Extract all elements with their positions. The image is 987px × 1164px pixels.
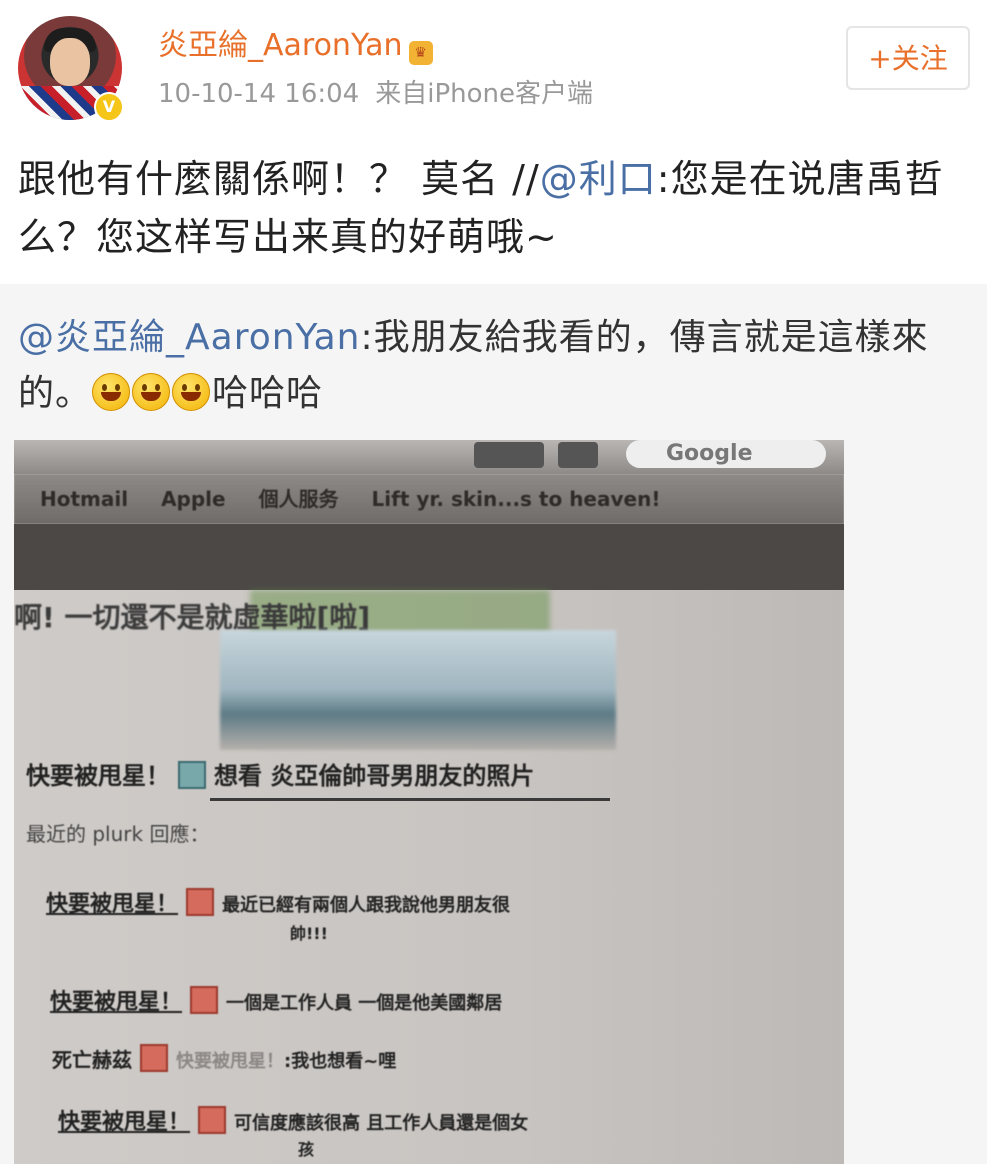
bookmark-lift: Lift yr. skin...s to heaven! [371,487,661,511]
plurk-user: 快要被甩星！ [26,762,170,790]
reply-text: 最近已經有兩個人跟我說他男朋友很 [222,895,511,916]
smiley-icon [132,373,171,411]
reply-4: 快要被甩星！ 可信度應該很高 且工作人員還是個女 [58,1104,528,1136]
repost-text: @炎亞綸_AaronYan:我朋友給我看的，傳言就是這樣來的。 哈哈哈 [18,310,973,422]
reply-user: 快要被甩星！ [58,1110,191,1135]
mention-link[interactable]: @利口 [540,157,657,201]
reply-user: 死亡赫茲 [52,1048,132,1072]
reply-3: 死亡赫茲 快要被甩星！:我也想看~哩 [52,1044,396,1073]
reply-user: 快要被甩星！ [46,892,179,917]
reply-text: 可信度應該很高 且工作人員還是個女 [234,1113,529,1134]
reply-1-cont: 帥!!! [290,924,328,943]
recent-label: 最近的 plurk 回應： [26,822,210,846]
reply-text: :我也想看~哩 [284,1051,397,1072]
reply-1: 快要被甩星！ 最近已經有兩個人跟我說他男朋友很 [46,886,510,918]
reply-tag-icon [190,986,219,1014]
plurk-text: 想看 炎亞倫帥哥男朋友的照片 [214,762,535,790]
bookmark-personal: 個人服务 [258,487,339,511]
follow-button[interactable]: +关注 [846,26,970,90]
reply-tag-icon [186,888,215,916]
avatar-face [50,38,90,86]
post-text-main: 跟他有什麼關係啊！？ 莫名 // [18,157,540,201]
repost-laugh: 哈哈哈 [212,373,324,414]
verified-badge-icon: V [94,92,124,122]
browser-toolbar: Google [14,440,844,474]
repost-image[interactable]: Google Hotmail Apple 個人服务 Lift yr. skin.… [14,440,844,1164]
smiley-icon [92,373,131,411]
divider [210,798,610,801]
username[interactable]: 炎亞綸_AaronYan ♛ [158,28,433,65]
smiley-icon [172,373,211,411]
toolbar-button [558,442,598,468]
reply-faded-user: 快要被甩星！ [176,1051,284,1072]
bookmark-hotmail: Hotmail [40,487,129,511]
reply-4-cont: 孩 [298,1140,315,1159]
toolbar-button [474,442,544,468]
plurk-tag-icon [178,761,206,789]
crown-icon: ♛ [408,41,433,65]
plurk-line-1: 快要被甩星！ 想看 炎亞倫帥哥男朋友的照片 [26,756,534,791]
search-field: Google [626,440,826,468]
browser-frame [14,524,844,590]
post-source: 来自iPhone客户端 [375,79,593,109]
post-text: 跟他有什麼關係啊！？ 莫名 //@利口:您是在说唐禹哲么？您这样写出来真的好萌哦… [18,150,968,266]
banner-image [220,630,616,750]
reply-text: 一個是工作人員 一個是他美國鄰居 [226,993,503,1014]
bookmark-apple: Apple [161,487,226,511]
username-text[interactable]: 炎亞綸_AaronYan [158,28,403,63]
reply-user: 快要被甩星！ [50,990,183,1015]
post-timestamp[interactable]: 10-10-14 16:04 [158,79,359,109]
reply-tag-icon [140,1044,168,1072]
repost-mention-link[interactable]: @炎亞綸_AaronYan [18,317,360,358]
reply-tag-icon [198,1106,227,1134]
post-meta: 10-10-14 16:04 来自iPhone客户端 [158,78,593,110]
reply-2: 快要被甩星！ 一個是工作人員 一個是他美國鄰居 [50,984,502,1016]
bookmarks-bar: Hotmail Apple 個人服务 Lift yr. skin...s to … [14,474,844,524]
